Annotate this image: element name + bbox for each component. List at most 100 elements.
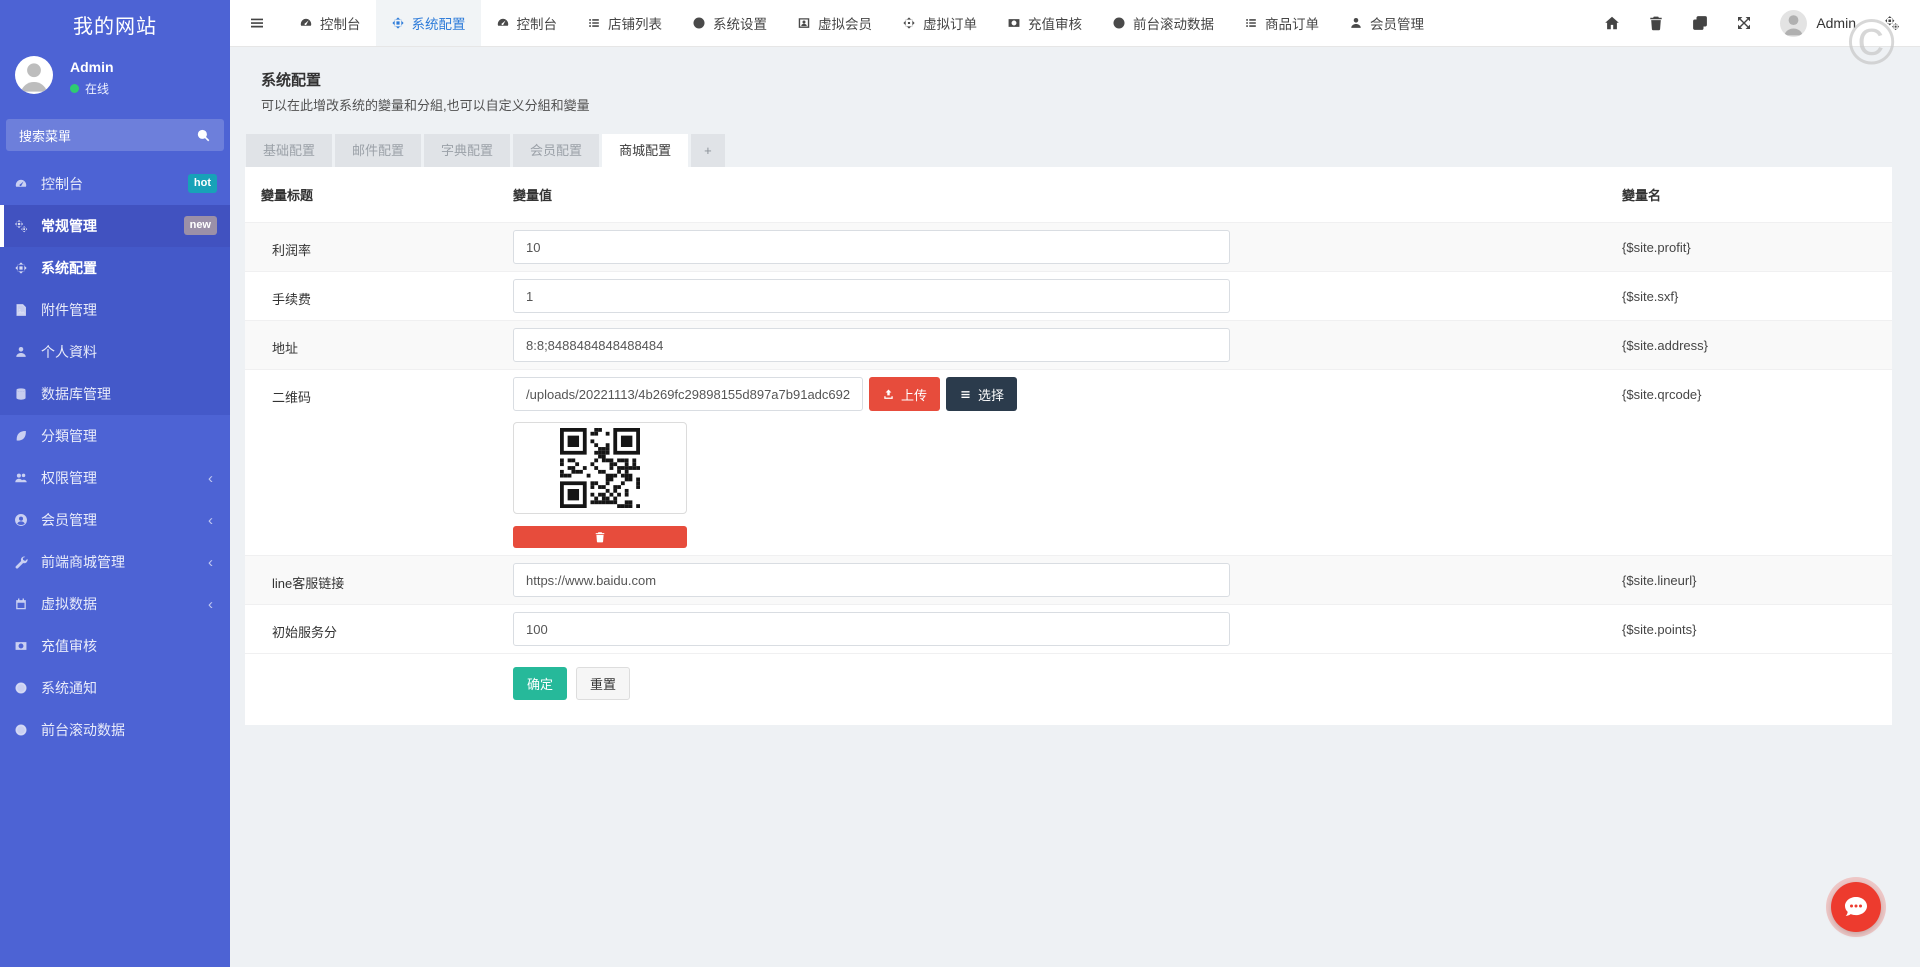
tab-member-config[interactable]: 会员配置	[513, 134, 599, 167]
nav-tab-member-manage[interactable]: 会员管理	[1334, 0, 1439, 46]
chat-button[interactable]	[1831, 882, 1881, 932]
delete-image-button[interactable]	[513, 526, 687, 548]
qrcode-preview-box[interactable]	[513, 422, 687, 514]
sidebar-item-attachments[interactable]: 附件管理	[0, 289, 230, 331]
row-var-name: {$site.address}	[1622, 328, 1892, 362]
sidebar-search[interactable]: 搜索菜單	[6, 119, 224, 151]
tachometer-icon	[14, 177, 28, 191]
id-card-icon	[797, 16, 811, 30]
page-subtitle: 可以在此增改系统的變量和分組,也可以自定义分組和變量	[261, 95, 590, 114]
sidebar-item-categories[interactable]: 分類管理	[0, 415, 230, 457]
nav-tab-shop-list[interactable]: 店铺列表	[572, 0, 677, 46]
sidebar-item-database[interactable]: 数据库管理	[0, 373, 230, 415]
nav-tab-product-orders[interactable]: 商品订单	[1229, 0, 1334, 46]
avatar[interactable]	[15, 56, 53, 94]
trash-icon[interactable]	[1648, 15, 1664, 31]
reset-button[interactable]: 重置	[576, 667, 630, 700]
page-title: 系统配置	[261, 69, 321, 90]
main-content: 系统配置 可以在此增改系统的變量和分組,也可以自定义分組和變量 基础配置 邮件配…	[230, 46, 1920, 967]
sidebar-item-dashboard[interactable]: 控制台 hot	[0, 163, 230, 205]
nav-tab-label: 会员管理	[1370, 13, 1424, 33]
sidebar-item-frontend-scroll-data[interactable]: 前台滚动数据	[0, 709, 230, 751]
nav-tab-recharge-review[interactable]: 充值审核	[992, 0, 1097, 46]
sidebar-item-frontend-mall[interactable]: 前端商城管理 ‹	[0, 541, 230, 583]
nav-tab-virtual-members[interactable]: 虚拟会员	[782, 0, 887, 46]
gear-icon	[391, 16, 405, 30]
card-icon	[1007, 16, 1021, 30]
clone-icon[interactable]	[1692, 15, 1708, 31]
sidebar-item-permissions[interactable]: 权限管理 ‹	[0, 457, 230, 499]
user-silhouette-icon	[1780, 10, 1807, 37]
row-label: 地址	[245, 328, 513, 362]
nav-tab-system-config[interactable]: 系统配置	[376, 0, 481, 46]
circle-icon	[692, 16, 706, 30]
tab-add-group[interactable]: +	[691, 134, 725, 167]
list-icon	[959, 388, 972, 401]
user-panel: Admin 在线	[0, 50, 230, 112]
chevron-left-icon: ‹	[208, 513, 213, 528]
wrench-icon	[14, 555, 28, 569]
fee-input[interactable]	[513, 279, 1230, 313]
file-image-icon	[14, 303, 28, 317]
nav-tab-label: 系统设置	[713, 13, 767, 33]
row-label: line客服链接	[245, 563, 513, 597]
table-row: 利润率 {$site.profit}	[245, 222, 1892, 271]
sidebar-item-label: 系统通知	[41, 678, 97, 698]
chevron-left-icon: ‹	[208, 471, 213, 486]
home-icon[interactable]	[1604, 15, 1620, 31]
nav-tab-label: 虚拟订单	[923, 13, 977, 33]
sidebar-item-general-manage[interactable]: 常规管理 new	[0, 205, 230, 247]
sidebar-item-system-notice[interactable]: 系统通知	[0, 667, 230, 709]
nav-tab-frontend-scroll-data[interactable]: 前台滚动数据	[1097, 0, 1229, 46]
sidebar-item-label: 常规管理	[41, 216, 97, 236]
sidebar-item-label: 充值审核	[41, 636, 97, 656]
sidebar-item-label: 权限管理	[41, 468, 97, 488]
user-circle-icon	[14, 513, 28, 527]
tab-basic-config[interactable]: 基础配置	[246, 134, 332, 167]
gear-icon	[14, 261, 28, 275]
address-input[interactable]	[513, 328, 1230, 362]
nav-tab-dashboard-2[interactable]: 控制台	[481, 0, 573, 46]
user-icon	[1349, 16, 1363, 30]
expand-arrows-icon[interactable]	[1736, 15, 1752, 31]
chat-bubble-icon	[1843, 895, 1869, 919]
cogs-icon	[14, 219, 28, 233]
points-input[interactable]	[513, 612, 1230, 646]
sidebar-item-virtual-data[interactable]: 虚拟数据 ‹	[0, 583, 230, 625]
choose-button[interactable]: 选择	[946, 377, 1017, 411]
sidebar-item-label: 虚拟数据	[41, 594, 97, 614]
sidebar-item-members[interactable]: 会员管理 ‹	[0, 499, 230, 541]
config-tabs: 基础配置 邮件配置 字典配置 会员配置 商城配置 +	[246, 134, 725, 167]
submit-button[interactable]: 确定	[513, 667, 567, 700]
sidebar-item-system-config[interactable]: 系统配置	[0, 247, 230, 289]
tachometer-icon	[496, 16, 510, 30]
qr-code-image	[560, 428, 640, 508]
line-url-input[interactable]	[513, 563, 1230, 597]
sidebar-item-recharge-review[interactable]: 充值审核	[0, 625, 230, 667]
users-icon	[14, 471, 28, 485]
form-footer: 确定 重置	[245, 653, 1892, 713]
qrcode-path-input[interactable]	[513, 377, 863, 411]
hamburger-menu-icon[interactable]	[230, 15, 284, 31]
list-icon	[587, 16, 601, 30]
nav-tab-dashboard[interactable]: 控制台	[284, 0, 376, 46]
tab-mail-config[interactable]: 邮件配置	[335, 134, 421, 167]
chevron-left-icon: ‹	[208, 555, 213, 570]
table-row: line客服链接 {$site.lineurl}	[245, 555, 1892, 604]
tab-dictionary-config[interactable]: 字典配置	[424, 134, 510, 167]
upload-icon	[882, 388, 895, 401]
nav-tab-system-settings[interactable]: 系统设置	[677, 0, 782, 46]
column-header-value: 變量值	[513, 185, 1622, 204]
upload-button[interactable]: 上传	[869, 377, 940, 411]
profit-input[interactable]	[513, 230, 1230, 264]
search-placeholder: 搜索菜單	[19, 126, 196, 145]
trash-icon	[594, 531, 606, 543]
user-status: 在线	[70, 80, 109, 97]
leaf-icon	[14, 429, 28, 443]
nav-tab-virtual-orders[interactable]: 虚拟订单	[887, 0, 992, 46]
tab-mall-config[interactable]: 商城配置	[602, 134, 688, 167]
sidebar-item-profile[interactable]: 个人資料	[0, 331, 230, 373]
navbar-user[interactable]: Admin	[1780, 10, 1856, 37]
user-status-label: 在线	[85, 80, 109, 97]
table-row-qrcode: 二维码 上传 选择	[245, 369, 1892, 555]
